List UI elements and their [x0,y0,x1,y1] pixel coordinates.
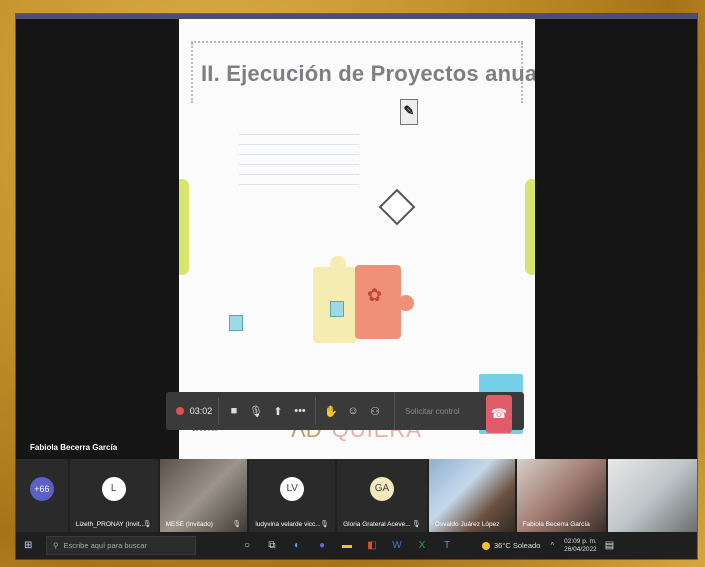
app-icon[interactable]: ● [315,539,329,553]
participant-tile[interactable]: Osvaldo Juárez López [428,459,515,532]
diamond-icon [378,188,416,226]
chat-button[interactable]: ☺ [342,392,364,430]
mic-muted-icon: 🎙 [411,521,421,528]
weather-widget[interactable]: 36°C Soleado [482,541,540,550]
search-placeholder: Escribe aquí para buscar [63,541,147,550]
participant-name: ludyvina velarde vicc... [255,521,321,528]
more-button[interactable]: ••• [289,392,311,430]
recording-indicator-icon [172,392,188,430]
avatar: L [101,477,126,501]
participant-name: Fabiola Becerra García [522,521,590,528]
taskbar-apps: ○ ⧉ ◐ ● ▬ ◧ W X T [240,539,454,553]
meeting-timer: 03:02 [189,406,213,416]
right-green-tab [525,179,535,275]
divider [218,397,219,425]
request-control-button[interactable]: Solicitar control [394,392,495,430]
weather-text: 36°C Soleado [494,541,541,550]
left-green-tab [179,179,189,275]
avatar: GA [369,477,394,501]
more-participants-tile[interactable]: +66 [16,459,68,532]
avatar: LV [280,477,305,501]
pencil-icon: ✎ [400,99,418,125]
notification-icon[interactable]: ▤ [605,540,614,551]
puzzle-knob-red [398,295,414,311]
more-participants-count: +66 [29,477,54,501]
participant-name: Gloria Grateral Aceve... [343,521,411,528]
windows-taskbar: ⊞ ⚲ Escribe aquí para buscar ○ ⧉ ◐ ● ▬ ◧… [16,532,697,559]
participant-name: MESE (Invitado) [165,521,213,528]
mic-button[interactable]: 🎙 [245,392,267,430]
mic-muted-icon: 🎙 [142,521,152,528]
puzzle-symbol-icon: ✿ [367,285,383,305]
participant-name: Lizeth_PRONAY (Invit... [75,521,145,528]
raise-hand-button[interactable]: ✋ [320,392,342,430]
meeting-control-bar: 03:02 ■ 🎙 ⬆ ••• ✋ ☺ ⚇ Solicitar control [166,392,524,430]
speaker-name-label: Fabiola Becerra García [30,443,118,452]
shared-screen-stage: II. Ejecución de Proyectos anuales ✎ ✿ Ʌ… [16,19,697,459]
taskbar-clock[interactable]: 02:09 p. m. 26/04/2022 [564,538,597,554]
slide-faint-lines [239,134,359,204]
mic-muted-icon: 🎙 [232,521,242,528]
file-explorer-icon[interactable]: ▬ [340,539,354,553]
teams-meeting-window: II. Ejecución de Proyectos anuales ✎ ✿ Ʌ… [16,14,697,559]
mic-muted-icon: 🎙 [320,521,330,528]
camera-button[interactable]: ■ [223,392,245,430]
teams-icon[interactable]: T [440,539,454,553]
task-view-icon[interactable]: ⧉ [265,539,279,553]
edge-icon[interactable]: ◐ [290,539,304,553]
chevron-up-icon[interactable]: ^ [550,541,554,550]
share-button[interactable]: ⬆ [267,392,289,430]
leave-call-button[interactable]: ☎ [486,395,512,433]
taskbar-search-input[interactable]: ⚲ Escribe aquí para buscar [46,536,196,555]
word-icon[interactable]: W [390,539,404,553]
windows-start-icon[interactable]: ⊞ [24,540,40,551]
participant-name: Osvaldo Juárez López [434,521,500,528]
participant-tile[interactable]: GA Gloria Grateral Aceve... 🎙 [337,459,427,532]
participant-tile[interactable]: MESE (Invitado) 🎙 [159,459,248,532]
participant-tile[interactable]: LV ludyvina velarde vicc... 🎙 [249,459,336,532]
slide-title: II. Ejecución de Proyectos anuales [201,61,535,86]
clock-time: 02:09 p. m. [564,537,597,545]
participant-tile[interactable]: Fabiola Becerra García [516,459,607,532]
small-square-icon [330,301,344,317]
small-square-icon [229,315,243,331]
divider [315,397,316,425]
sun-icon [482,541,490,550]
search-icon: ⚲ [53,541,59,550]
participant-gallery: +66 L Lizeth_PRONAY (Invit... 🎙 MESE (In… [16,459,697,532]
excel-icon[interactable]: X [415,539,429,553]
clock-date: 26/04/2022 [564,545,597,553]
participant-tile[interactable]: L Lizeth_PRONAY (Invit... 🎙 [69,459,158,532]
participants-button[interactable]: ⚇ [364,392,386,430]
office-icon[interactable]: ◧ [365,539,379,553]
participant-tile[interactable] [608,459,697,532]
cortana-icon[interactable]: ○ [240,539,254,553]
